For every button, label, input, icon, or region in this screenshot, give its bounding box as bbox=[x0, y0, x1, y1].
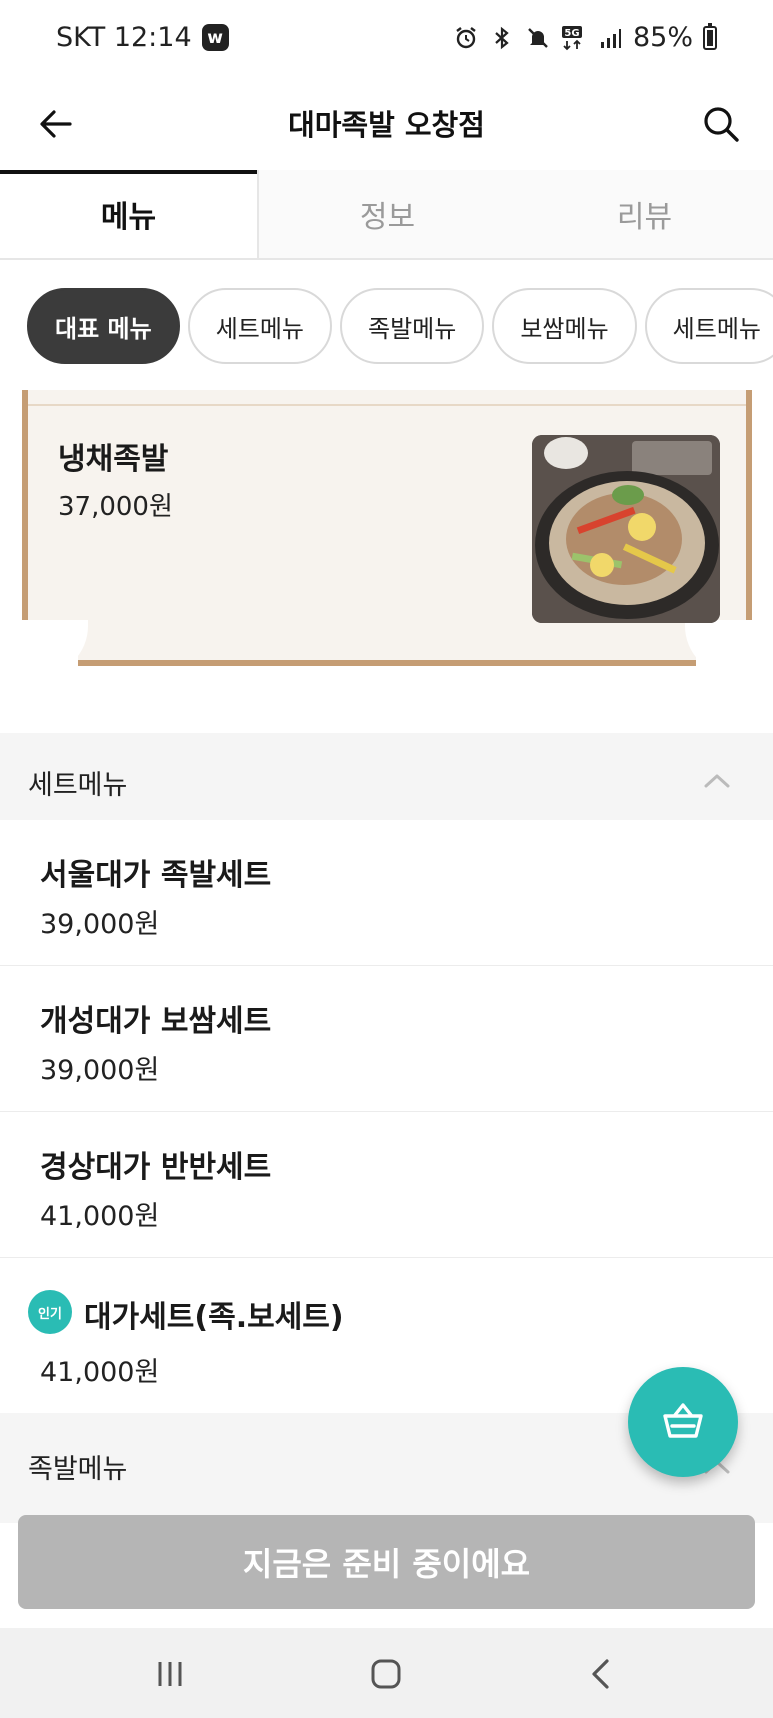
menu-item[interactable]: 서울대가 족발세트 39,000원 bbox=[0, 820, 773, 966]
chevron-up-icon bbox=[704, 774, 730, 788]
status-left: SKT 12:14 w bbox=[56, 22, 229, 53]
section-header-set-menu[interactable]: 세트메뉴 bbox=[0, 733, 773, 829]
page-title: 대마족발 오창점 bbox=[288, 108, 485, 142]
tab-info[interactable]: 정보 bbox=[259, 170, 516, 258]
chip-set-menu-2[interactable]: 세트메뉴 bbox=[644, 288, 773, 364]
app-header: 대마족발 오창점 bbox=[0, 80, 773, 170]
status-bar: SKT 12:14 w 5G 85% bbox=[0, 0, 773, 80]
system-nav-bar bbox=[0, 1628, 773, 1718]
tab-reviews[interactable]: 리뷰 bbox=[516, 170, 773, 258]
menu-item-price: 39,000원 bbox=[40, 1055, 160, 1086]
tab-menu[interactable]: 메뉴 bbox=[0, 170, 259, 258]
home-button[interactable] bbox=[358, 1646, 414, 1702]
mute-icon bbox=[525, 25, 551, 51]
menu-item-name: 대가세트(족.보세트) bbox=[84, 1300, 344, 1335]
battery-icon bbox=[703, 22, 717, 50]
chevron-left-icon bbox=[592, 1659, 609, 1689]
menu-item-name: 서울대가 족발세트 bbox=[40, 858, 272, 893]
menu-item-price: 41,000원 bbox=[40, 1357, 160, 1388]
card-paper-bottom bbox=[78, 622, 696, 666]
order-button[interactable]: 지금은 준비 중이에요 bbox=[18, 1515, 755, 1609]
chip-featured-menu[interactable]: 대표 메뉴 bbox=[27, 288, 180, 364]
alarm-icon bbox=[453, 25, 479, 51]
menu-item[interactable]: 경상대가 반반세트 41,000원 bbox=[0, 1112, 773, 1258]
tab-bar: 메뉴 정보 리뷰 bbox=[0, 170, 773, 260]
svg-text:5G: 5G bbox=[564, 28, 579, 39]
bluetooth-icon bbox=[489, 25, 515, 51]
menu-item[interactable]: 개성대가 보쌈세트 39,000원 bbox=[0, 966, 773, 1112]
popular-badge: 인기 bbox=[28, 1290, 72, 1334]
featured-item-price: 37,000원 bbox=[58, 492, 173, 522]
chip-jokbal-menu[interactable]: 족발메뉴 bbox=[340, 288, 485, 364]
card-notch-left bbox=[10, 620, 88, 676]
search-button[interactable] bbox=[697, 100, 745, 148]
menu-item-price: 39,000원 bbox=[40, 909, 160, 940]
cart-button[interactable] bbox=[628, 1367, 738, 1477]
recent-apps-button[interactable] bbox=[142, 1646, 198, 1702]
chip-set-menu[interactable]: 세트메뉴 bbox=[187, 288, 333, 364]
section-title: 족발메뉴 bbox=[28, 1454, 128, 1485]
signal-icon bbox=[597, 25, 623, 51]
food-photo bbox=[532, 435, 720, 623]
battery-percent: 85% bbox=[632, 22, 693, 53]
app-badge-icon: w bbox=[201, 24, 229, 51]
category-chips: 대표 메뉴 세트메뉴 족발메뉴 보쌈메뉴 세트메뉴 bbox=[0, 260, 773, 390]
shopping-basket-icon bbox=[663, 1403, 703, 1438]
home-icon bbox=[371, 1659, 401, 1689]
carrier-time: SKT 12:14 bbox=[56, 22, 192, 53]
network-5g-icon: 5G bbox=[561, 25, 587, 51]
status-right: 5G 85% bbox=[453, 22, 717, 53]
system-back-button[interactable] bbox=[574, 1646, 630, 1702]
menu-item-name: 개성대가 보쌈세트 bbox=[40, 1004, 272, 1039]
menu-item-name: 경상대가 반반세트 bbox=[40, 1150, 272, 1185]
card-notch-right bbox=[685, 620, 763, 676]
section-title: 세트메뉴 bbox=[28, 770, 128, 801]
featured-menu-card[interactable]: 냉채족발 37,000원 bbox=[0, 390, 773, 690]
menu-item-price: 41,000원 bbox=[40, 1201, 160, 1232]
chip-bossam-menu[interactable]: 보쌈메뉴 bbox=[492, 288, 637, 364]
recent-apps-icon bbox=[158, 1662, 182, 1686]
search-icon bbox=[704, 107, 739, 142]
featured-item-name: 냉채족발 bbox=[58, 442, 169, 477]
